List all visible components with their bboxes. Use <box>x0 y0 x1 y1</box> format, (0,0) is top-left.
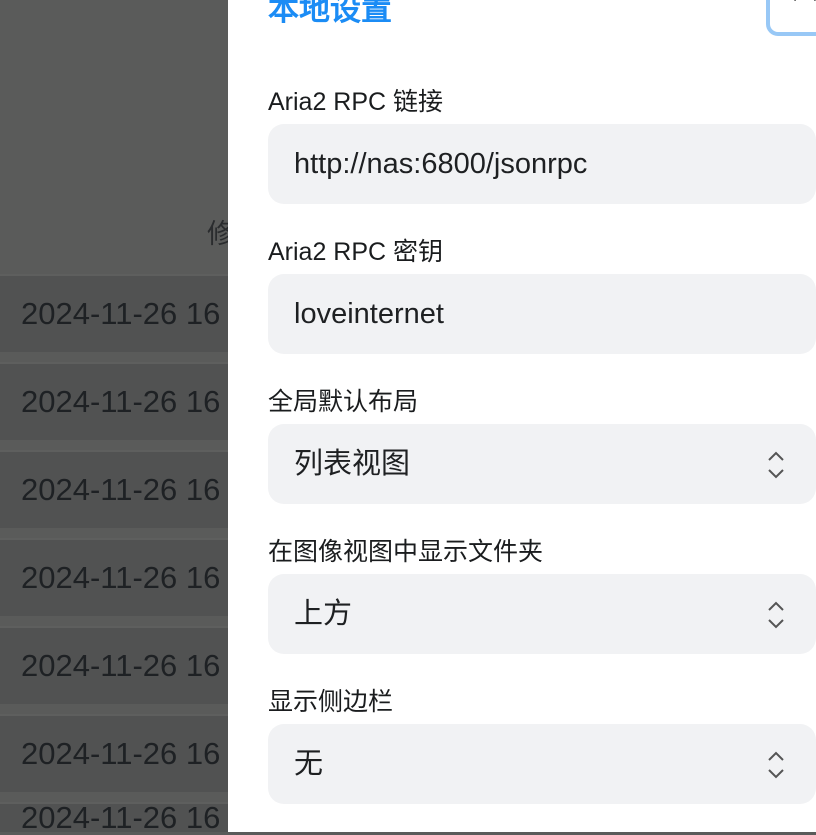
rpc-url-value: http://nas:6800/jsonrpc <box>294 148 588 180</box>
default-layout-value: 列表视图 <box>294 448 411 480</box>
show-sidebar-select[interactable]: 无 <box>268 724 816 804</box>
show-folders-label: 在图像视图中显示文件夹 <box>268 538 544 566</box>
rpc-secret-label: Aria2 RPC 密钥 <box>268 238 444 266</box>
table-row: 2024-11-26 16 <box>0 538 228 616</box>
rpc-secret-value: loveinternet <box>294 298 444 330</box>
panel-title: 本地设置 <box>268 0 392 27</box>
table-row: 2024-11-26 16 <box>0 450 228 528</box>
table-row: 2024-11-26 16 <box>0 800 228 835</box>
table-row: 2024-11-26 16 <box>0 626 228 704</box>
row-date: 2024-11-26 16 <box>21 648 221 683</box>
row-date: 2024-11-26 16 <box>21 472 221 507</box>
show-sidebar-label: 显示侧边栏 <box>268 688 394 716</box>
table-row: 2024-11-26 16 <box>0 714 228 792</box>
row-date: 2024-11-26 16 <box>21 800 221 835</box>
show-folders-value: 上方 <box>294 598 353 630</box>
rpc-url-label: Aria2 RPC 链接 <box>268 88 444 116</box>
default-layout-label: 全局默认布局 <box>268 388 419 416</box>
chevron-up-down-icon <box>768 751 784 779</box>
rpc-secret-input[interactable]: loveinternet <box>268 274 816 354</box>
chevron-up-down-icon <box>768 601 784 629</box>
row-date: 2024-11-26 16 <box>21 384 221 419</box>
table-row: 2024-11-26 16 <box>0 362 228 440</box>
rpc-url-input[interactable]: http://nas:6800/jsonrpc <box>268 124 816 204</box>
local-settings-panel: 本地设置 Aria2 RPC 链接 http://nas:6800/jsonrp… <box>228 0 816 832</box>
close-icon <box>794 0 816 2</box>
close-button[interactable] <box>766 0 816 36</box>
row-date: 2024-11-26 16 <box>21 296 221 331</box>
chevron-up-down-icon <box>768 451 784 479</box>
show-folders-select[interactable]: 上方 <box>268 574 816 654</box>
row-date: 2024-11-26 16 <box>21 560 221 595</box>
row-date: 2024-11-26 16 <box>21 736 221 771</box>
default-layout-select[interactable]: 列表视图 <box>268 424 816 504</box>
show-sidebar-value: 无 <box>294 748 324 780</box>
table-row: 2024-11-26 16 <box>0 274 228 352</box>
background-file-list: 修 2024-11-26 16 2024-11-26 16 2024-11-26… <box>0 0 234 835</box>
